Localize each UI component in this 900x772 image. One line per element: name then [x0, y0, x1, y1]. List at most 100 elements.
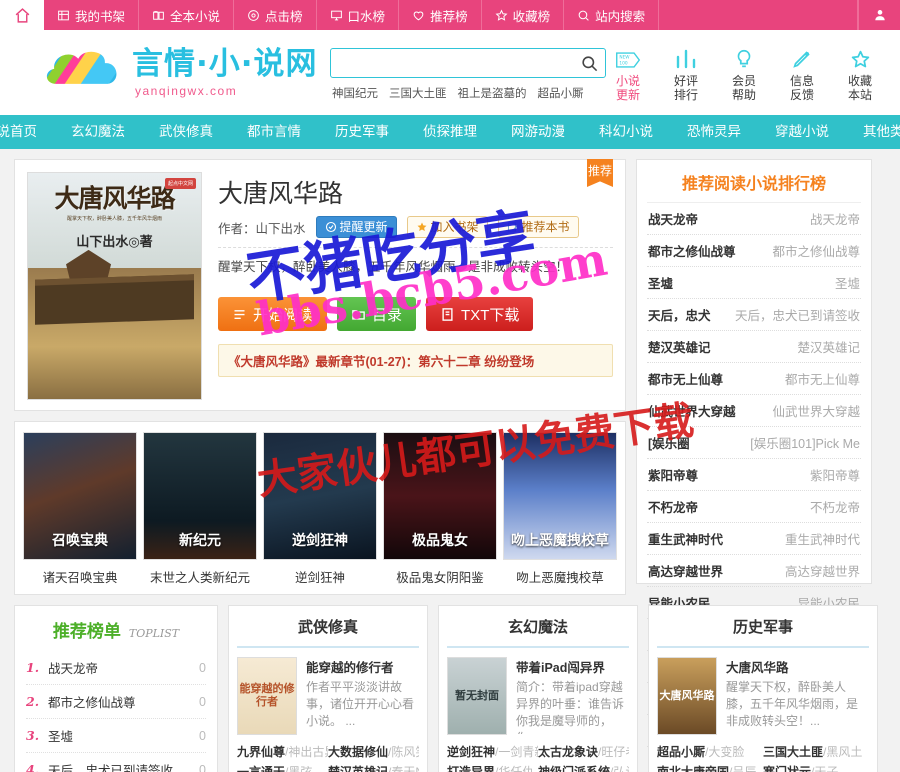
- list-item[interactable]: 大数据修仙/陈风笑: [328, 742, 419, 762]
- site-logo[interactable]: 言情·小·说网 yanqingwx.com: [40, 43, 330, 103]
- link-title[interactable]: 超品小厮: [657, 745, 705, 759]
- quick-link-bookmark-site[interactable]: 收藏 本站: [838, 44, 882, 102]
- carousel-caption[interactable]: 诸天召唤宝典: [23, 567, 137, 586]
- quick-link-member-help[interactable]: 会员 帮助: [722, 44, 766, 102]
- table-row[interactable]: 1. 战天龙帝 0: [26, 651, 206, 685]
- nav-item-detective[interactable]: 侦探推理: [406, 115, 494, 149]
- list-item[interactable]: 都市之修仙战尊 都市之修仙战尊: [647, 235, 861, 267]
- nav-item-urban-romance[interactable]: 都市言情: [230, 115, 318, 149]
- list-item[interactable]: 高达穿越世界 高达穿越世界: [647, 555, 861, 587]
- search-box[interactable]: [330, 48, 606, 78]
- carousel-cover[interactable]: 召唤宝典: [23, 432, 137, 560]
- carousel-cover[interactable]: 逆剑狂神: [263, 432, 377, 560]
- link-title[interactable]: 逆剑狂神: [447, 745, 495, 759]
- category-book-cover[interactable]: 大唐风华路: [657, 657, 717, 735]
- add-bookshelf-button[interactable]: 加入书架: [406, 216, 488, 238]
- txt-download-button[interactable]: TXT下载: [426, 297, 534, 331]
- hot-keyword[interactable]: 三国大土匪: [389, 85, 447, 101]
- list-item[interactable]: 天后，忠犬 天后，忠犬已到请签收: [647, 299, 861, 331]
- remind-update-button[interactable]: 提醒更新: [315, 216, 397, 238]
- list-item[interactable]: 太古龙象诀/旺仔老: [538, 742, 629, 762]
- rank-title[interactable]: 圣墟: [48, 726, 191, 745]
- carousel-caption[interactable]: 吻上恶魔拽校草: [503, 567, 617, 586]
- rank-title[interactable]: 天后，忠犬已到请签收: [48, 760, 191, 772]
- carousel-item[interactable]: 召唤宝典 诸天召唤宝典: [23, 432, 137, 586]
- list-item[interactable]: 重生武神时代 重生武神时代: [647, 523, 861, 555]
- quick-link-ratings[interactable]: 好评 排行: [664, 44, 708, 102]
- link-title[interactable]: 太古龙象诀: [538, 745, 598, 759]
- topbar-item-full-novels[interactable]: 全本小说: [139, 0, 235, 30]
- nav-item-home[interactable]: 小说首页: [0, 115, 54, 149]
- category-book-name[interactable]: 大唐风华路: [726, 657, 869, 676]
- nav-item-games-anime[interactable]: 网游动漫: [494, 115, 582, 149]
- topbar-item-bookshelf[interactable]: 我的书架: [44, 0, 140, 30]
- carousel-item[interactable]: 新纪元 末世之人类新纪元: [143, 432, 257, 586]
- carousel-cover[interactable]: 吻上恶魔拽校草: [503, 432, 617, 560]
- home-button[interactable]: [0, 0, 44, 30]
- search-input[interactable]: [337, 51, 580, 75]
- link-title[interactable]: 九界仙尊: [237, 745, 285, 759]
- list-item[interactable]: 南北大唐帝国/呈辰: [657, 762, 763, 772]
- link-title[interactable]: 楚汉英雄记: [328, 765, 388, 772]
- hot-keyword[interactable]: 神国纪元: [332, 85, 378, 101]
- table-row[interactable]: 3. 圣墟 0: [26, 719, 206, 753]
- category-book-name[interactable]: 带着iPad闯异界: [516, 657, 629, 676]
- nav-item-horror[interactable]: 恐怖灵异: [670, 115, 758, 149]
- link-title[interactable]: 一言通天: [237, 765, 285, 772]
- link-title[interactable]: 南北大唐帝国: [657, 765, 729, 772]
- topbar-item-discussion[interactable]: 口水榜: [317, 0, 400, 30]
- nav-item-time-travel[interactable]: 穿越小说: [758, 115, 846, 149]
- list-item[interactable]: 楚汉英雄记/秦天NO: [328, 762, 419, 772]
- link-title[interactable]: 神级门派系统: [538, 765, 610, 772]
- list-item[interactable]: 九界仙尊/神出古异: [237, 742, 328, 762]
- nav-item-wuxia[interactable]: 武侠修真: [142, 115, 230, 149]
- list-item[interactable]: 打造异界/华任仇: [447, 762, 538, 772]
- list-item[interactable]: 三国大土匪/黑风土: [763, 742, 869, 762]
- table-row[interactable]: 2. 都市之修仙战尊 0: [26, 685, 206, 719]
- list-item[interactable]: 逆剑狂神/一剑青新: [447, 742, 538, 762]
- carousel-cover[interactable]: 新纪元: [143, 432, 257, 560]
- list-item[interactable]: 超品小厮/大变脸: [657, 742, 763, 762]
- category-book-cover[interactable]: 暂无封面: [447, 657, 507, 735]
- nav-item-history-military[interactable]: 历史军事: [318, 115, 406, 149]
- recommend-book-button[interactable]: 推荐本书: [497, 216, 579, 238]
- list-item[interactable]: 寒门状元/天子: [763, 762, 869, 772]
- featured-book-cover[interactable]: 大唐风华路 醒掌天下权，醉卧美人膝，五千年风华烟雨 山下出水◎著 起点中文网: [27, 172, 202, 400]
- link-title[interactable]: 大数据修仙: [328, 745, 388, 759]
- hot-keyword[interactable]: 祖上是盗墓的: [458, 85, 527, 101]
- carousel-caption[interactable]: 末世之人类新纪元: [143, 567, 257, 586]
- list-item[interactable]: 不朽龙帝 不朽龙帝: [647, 491, 861, 523]
- search-icon[interactable]: [580, 54, 599, 73]
- hot-keyword[interactable]: 超品小厮: [538, 85, 584, 101]
- rank-title[interactable]: 都市之修仙战尊: [48, 692, 191, 711]
- list-item[interactable]: 仙武世界大穿越 仙武世界大穿越: [647, 395, 861, 427]
- rank-title[interactable]: 战天龙帝: [48, 658, 191, 677]
- user-account-button[interactable]: [858, 0, 900, 30]
- carousel-caption[interactable]: 逆剑狂神: [263, 567, 377, 586]
- list-item[interactable]: 紫阳帝尊 紫阳帝尊: [647, 459, 861, 491]
- quick-link-feedback[interactable]: 信息 反馈: [780, 44, 824, 102]
- quick-link-novel-updates[interactable]: NEW 100 小说 更新: [606, 44, 650, 102]
- list-item[interactable]: 楚汉英雄记 楚汉英雄记: [647, 331, 861, 363]
- list-item[interactable]: 圣墟 圣墟: [647, 267, 861, 299]
- carousel-cover[interactable]: 极品鬼女: [383, 432, 497, 560]
- link-title[interactable]: 打造异界: [447, 765, 495, 772]
- link-title[interactable]: 寒门状元: [763, 765, 811, 772]
- topbar-item-site-search[interactable]: 站内搜索: [564, 0, 660, 30]
- list-item[interactable]: [娱乐圈 [娱乐圈101]Pick Me: [647, 427, 861, 459]
- list-item[interactable]: 神级门派系统/弘谈: [538, 762, 629, 772]
- list-item[interactable]: 一言通天/黑弦: [237, 762, 328, 772]
- carousel-caption[interactable]: 极品鬼女阴阳鉴: [383, 567, 497, 586]
- topbar-item-recommend[interactable]: 推荐榜: [399, 0, 482, 30]
- list-item[interactable]: 战天龙帝 战天龙帝: [647, 203, 861, 235]
- category-book-name[interactable]: 能穿越的修行者: [306, 657, 419, 676]
- carousel-item[interactable]: 逆剑狂神 逆剑狂神: [263, 432, 377, 586]
- topbar-item-clicks[interactable]: 点击榜: [234, 0, 317, 30]
- nav-item-fantasy[interactable]: 玄幻魔法: [54, 115, 142, 149]
- latest-chapter-bar[interactable]: 《大唐风华路》最新章节(01-27)：第六十二章 纷纷登场: [218, 344, 613, 377]
- category-book-cover[interactable]: 能穿越的修行者: [237, 657, 297, 735]
- carousel-item[interactable]: 极品鬼女 极品鬼女阴阳鉴: [383, 432, 497, 586]
- catalog-button[interactable]: 目录: [337, 297, 417, 331]
- nav-item-other[interactable]: 其他类型: [846, 115, 900, 149]
- carousel-item[interactable]: 吻上恶魔拽校草 吻上恶魔拽校草: [503, 432, 617, 586]
